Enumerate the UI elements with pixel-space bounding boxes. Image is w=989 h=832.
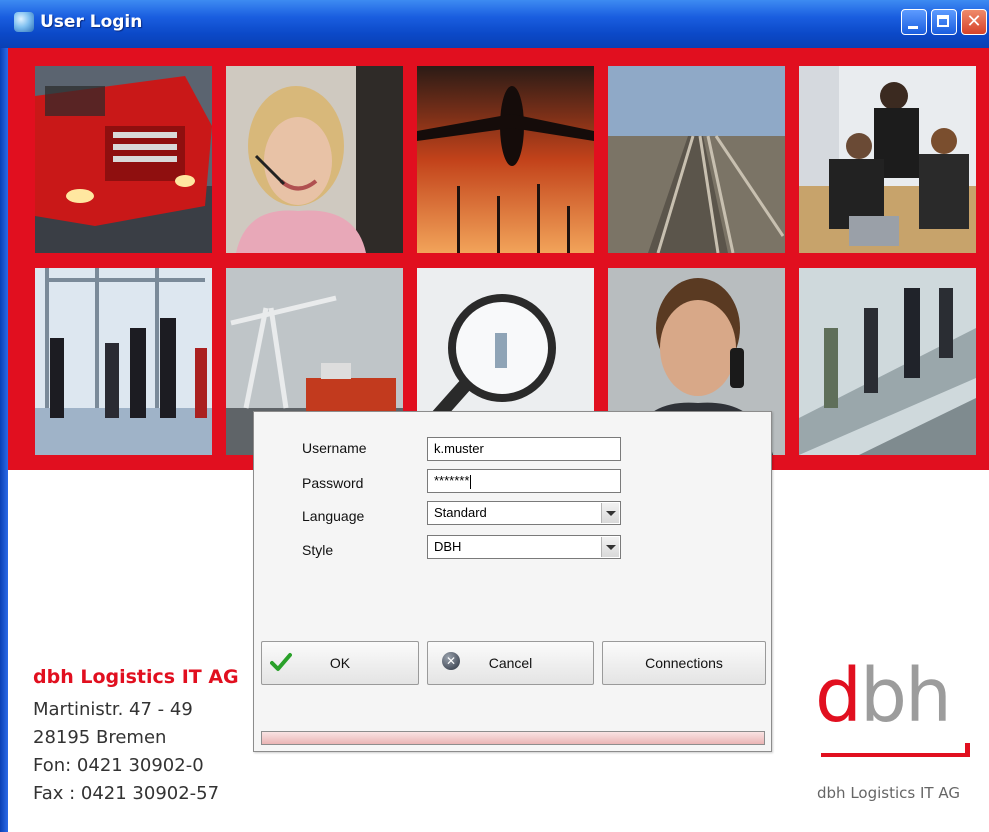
language-value: Standard [434,505,487,520]
company-info: dbh Logistics IT AG Martinistr. 47 - 49 … [33,666,239,808]
company-name: dbh Logistics IT AG [33,666,239,688]
logo-accent-horizontal [821,753,970,757]
photo-banner [8,48,989,470]
close-icon: ✕ [966,11,982,32]
language-select[interactable]: Standard [427,501,621,525]
photo-escalator-people [799,268,976,455]
photo-railway-tracks [608,66,785,253]
login-dialog: Username k.muster Password ******* Langu… [253,411,772,752]
password-value: ******* [434,473,470,488]
chevron-down-icon[interactable] [601,537,619,557]
company-city: 28195 Bremen [33,727,167,748]
app-icon [14,12,34,32]
style-value: DBH [434,539,462,554]
photo-people-walking [35,268,212,455]
style-label: Style [302,542,334,558]
photo-red-truck [35,66,212,253]
photo-office-meeting [799,66,976,253]
title-bar[interactable]: User Login ✕ [0,0,989,49]
company-phone: Fon: 0421 30902-0 [33,755,204,776]
company-fax: Fax : 0421 30902-57 [33,783,220,804]
language-label: Language [302,508,365,524]
password-input[interactable]: ******* [427,469,621,493]
connections-button-label: Connections [645,655,723,671]
connections-button[interactable]: Connections [602,641,766,685]
close-button[interactable]: ✕ [961,9,987,35]
progress-bar [261,731,765,745]
username-input[interactable]: k.muster [427,437,621,461]
logo-letters-bh: bh [859,653,952,739]
text-caret [470,474,472,489]
minimize-button[interactable] [901,9,927,35]
photo-airplane-sunset [417,66,594,253]
style-select[interactable]: DBH [427,535,621,559]
photo-woman-headset [226,66,403,253]
dbh-logo: dbh [815,653,975,765]
username-value: k.muster [434,441,484,456]
ok-button-label: OK [329,655,351,671]
maximize-button[interactable] [931,9,957,35]
cancel-button-label: Cancel [488,655,533,671]
cancel-button[interactable]: ✕ Cancel [427,641,594,685]
logo-letter-d: d [815,653,862,739]
window-title: User Login [40,12,143,32]
password-label: Password [302,475,364,491]
logo-caption: dbh Logistics IT AG [817,784,960,802]
ok-button[interactable]: OK [261,641,419,685]
chevron-down-icon[interactable] [601,503,619,523]
username-label: Username [302,440,367,456]
company-street: Martinistr. 47 - 49 [33,699,193,720]
window-border [0,48,8,832]
